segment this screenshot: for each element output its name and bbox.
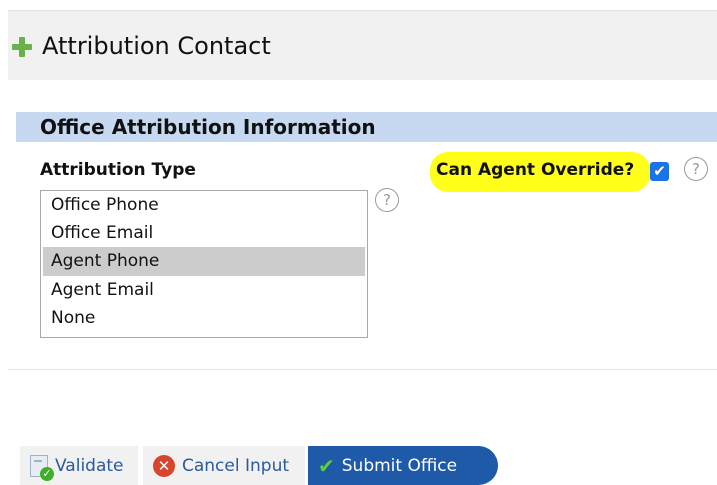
list-option-agent-phone[interactable]: Agent Phone: [43, 247, 365, 276]
cancel-input-button[interactable]: ✕ Cancel Input: [143, 446, 305, 485]
list-option-agent-email[interactable]: Agent Email: [41, 276, 367, 304]
submit-office-button[interactable]: ✔ Submit Office: [308, 446, 498, 485]
submit-button-label: Submit Office: [341, 455, 458, 476]
attribution-type-help-icon[interactable]: ?: [375, 188, 399, 212]
agent-override-help-icon[interactable]: ?: [684, 157, 708, 181]
attribution-type-label: Attribution Type: [40, 160, 196, 180]
panel-title: Attribution Contact: [42, 31, 271, 60]
validate-button[interactable]: ✓ Validate: [20, 446, 138, 485]
section-header: Office Attribution Information: [16, 112, 717, 142]
agent-override-label: Can Agent Override?: [436, 160, 635, 180]
list-option-office-email[interactable]: Office Email: [41, 219, 367, 247]
attribution-type-listbox[interactable]: Office Phone Office Email Agent Phone Ag…: [40, 190, 368, 338]
section-title: Office Attribution Information: [40, 115, 376, 139]
cancel-button-label: Cancel Input: [182, 455, 290, 476]
agent-override-checkbox[interactable]: ✔: [650, 162, 669, 181]
panel-header: Attribution Contact: [8, 11, 717, 80]
cancel-icon: ✕: [153, 454, 175, 477]
validate-button-label: Validate: [55, 455, 124, 476]
list-option-none[interactable]: None: [41, 304, 367, 332]
check-icon: ✔: [318, 453, 335, 478]
section-divider: [8, 369, 717, 370]
plus-icon[interactable]: [12, 36, 32, 57]
list-option-office-phone[interactable]: Office Phone: [41, 191, 367, 219]
validate-icon: ✓: [30, 454, 54, 481]
